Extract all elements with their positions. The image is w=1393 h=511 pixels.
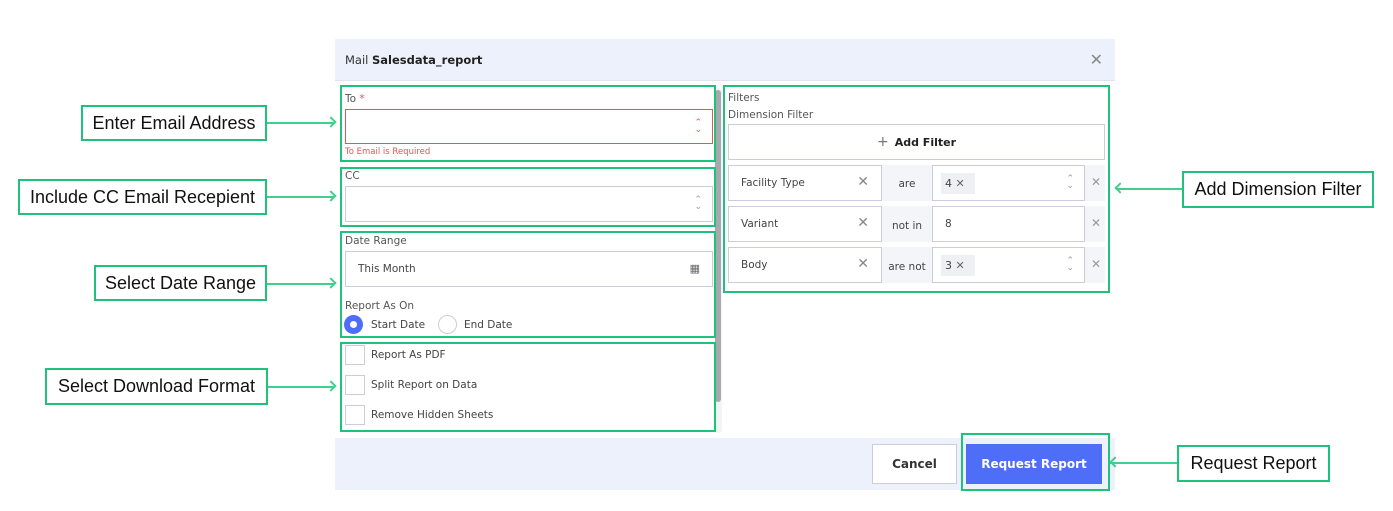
cc-email-input[interactable]: ⌃ ⌄ [345, 186, 713, 222]
add-filter-label: Add Filter [894, 135, 957, 149]
cancel-button[interactable]: Cancel [872, 444, 957, 484]
modal-header: Mail Salesdata_report ✕ [335, 39, 1115, 81]
date-range-input[interactable]: This Month ▦ [345, 251, 713, 287]
callout-request-report: Request Report [1177, 445, 1330, 482]
callout-date-range: Select Date Range [94, 265, 267, 301]
plus-icon: + [876, 134, 889, 150]
value-chip: 4 ✕ [941, 173, 975, 194]
radio-end-date[interactable] [438, 315, 457, 334]
cc-label: CC [345, 170, 360, 182]
callout-download-format: Select Download Format [45, 368, 268, 405]
title-prefix: Mail [345, 53, 369, 67]
modal-title: Mail Salesdata_report [345, 53, 482, 67]
callout-arrow [267, 196, 334, 198]
remove-chip-icon[interactable]: ✕ [956, 259, 965, 272]
to-error-message: To Email is Required [345, 147, 431, 157]
select-chevron-icon: ⌃ ⌄ [1066, 174, 1074, 191]
checkbox-split-report-label: Split Report on Data [371, 379, 478, 391]
report-name: Salesdata_report [372, 53, 483, 67]
filters-title: Filters [728, 92, 760, 104]
clear-dimension-icon[interactable]: ✕ [857, 215, 869, 231]
filter-dimension-value: Body [741, 259, 768, 271]
filter-value-select[interactable]: 4 ✕ ⌃ ⌄ [932, 165, 1085, 201]
callout-dimension-filter: Add Dimension Filter [1182, 171, 1374, 208]
report-as-on-label: Report As On [345, 300, 415, 312]
delete-filter-row-icon[interactable]: ✕ [1091, 175, 1101, 189]
request-report-button[interactable]: Request Report [966, 444, 1102, 484]
filter-dimension-select[interactable]: Facility Type ✕ [728, 165, 882, 201]
filter-value-text: 8 [945, 218, 952, 230]
add-filter-button[interactable]: + Add Filter [728, 124, 1105, 160]
delete-filter-row-icon[interactable]: ✕ [1091, 216, 1101, 230]
to-label: To * [345, 93, 365, 105]
filter-value-input[interactable]: 8 [932, 206, 1085, 242]
callout-arrow [267, 122, 334, 124]
filter-dimension-value: Facility Type [741, 177, 805, 189]
radio-end-date-label: End Date [464, 319, 513, 331]
callout-cc: Include CC Email Recepient [18, 179, 267, 215]
filter-value-select[interactable]: 3 ✕ ⌃ ⌄ [932, 247, 1085, 283]
radio-start-date-label: Start Date [371, 319, 426, 331]
date-range-value: This Month [358, 263, 416, 275]
checkbox-report-as-pdf-label: Report As PDF [371, 349, 446, 361]
calendar-icon[interactable]: ▦ [690, 262, 700, 275]
dimension-filter-label: Dimension Filter [728, 109, 814, 121]
radio-start-date[interactable] [344, 315, 363, 334]
filter-dimension-select[interactable]: Variant ✕ [728, 206, 882, 242]
filter-dimension-select[interactable]: Body ✕ [728, 247, 882, 283]
to-email-input[interactable]: ⌃ ⌄ [345, 109, 713, 144]
filter-operator[interactable]: are [883, 178, 931, 190]
callout-arrow [267, 283, 334, 285]
checkbox-report-as-pdf[interactable] [345, 345, 365, 365]
value-chip: 3 ✕ [941, 255, 975, 276]
arrow-left-icon [1114, 182, 1126, 194]
callout-arrow [1116, 188, 1182, 190]
checkbox-split-report[interactable] [345, 375, 365, 395]
select-chevron-icon: ⌃ ⌄ [694, 195, 702, 212]
checkbox-remove-hidden-label: Remove Hidden Sheets [371, 409, 494, 421]
callout-arrow [268, 386, 334, 388]
filter-dimension-value: Variant [741, 218, 779, 230]
filter-operator[interactable]: are not [883, 261, 931, 273]
select-chevron-icon: ⌃ ⌄ [694, 117, 702, 135]
callout-enter-email: Enter Email Address [81, 105, 267, 141]
delete-filter-row-icon[interactable]: ✕ [1091, 257, 1101, 271]
date-range-label: Date Range [345, 235, 407, 247]
clear-dimension-icon[interactable]: ✕ [857, 256, 869, 272]
close-icon[interactable]: ✕ [1090, 50, 1103, 69]
checkbox-remove-hidden[interactable] [345, 405, 365, 425]
filter-operator[interactable]: not in [883, 220, 931, 232]
remove-chip-icon[interactable]: ✕ [956, 177, 965, 190]
select-chevron-icon: ⌃ ⌄ [1066, 256, 1074, 273]
clear-dimension-icon[interactable]: ✕ [857, 174, 869, 190]
